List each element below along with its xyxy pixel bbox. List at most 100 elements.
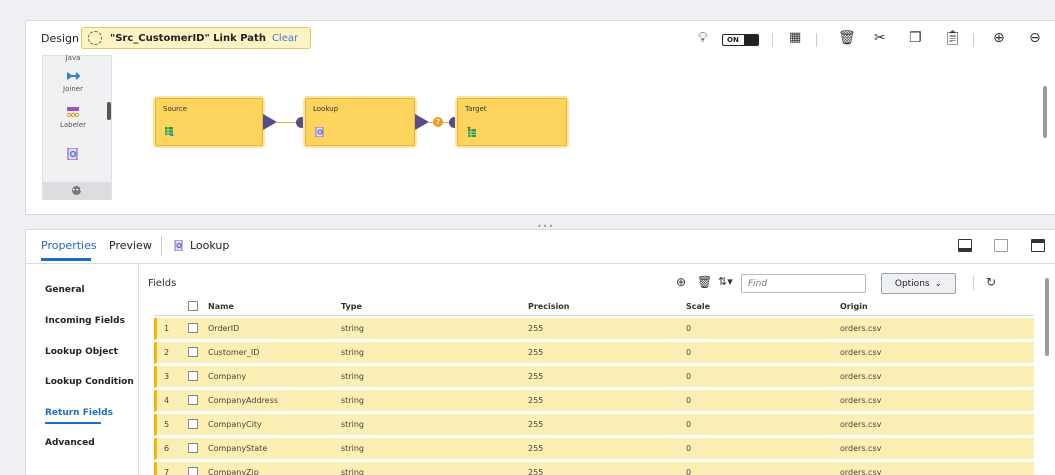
dock-bottom-icon[interactable] xyxy=(958,239,972,252)
table-row[interactable]: 3 Company string 255 0 orders.csv xyxy=(154,366,1034,388)
properties-panel: Properties Preview Lookup General Incomi… xyxy=(25,229,1055,475)
toolbar-divider xyxy=(973,33,974,47)
row-number: 6 xyxy=(164,444,170,453)
nav-general[interactable]: General xyxy=(45,285,85,295)
table-row[interactable]: 4 CompanyAddress string 255 0 orders.csv xyxy=(154,390,1034,412)
field-precision: 255 xyxy=(528,324,544,333)
field-type: string xyxy=(341,348,364,357)
row-number: 1 xyxy=(164,324,170,333)
delete-field-icon[interactable]: 🗑︎ xyxy=(697,276,712,288)
canvas-scrollbar[interactable] xyxy=(1043,86,1047,138)
row-number: 2 xyxy=(164,348,170,357)
table-row[interactable]: 2 Customer_ID string 255 0 orders.csv xyxy=(154,342,1034,364)
side-nav-divider xyxy=(138,264,139,475)
column-header-type[interactable]: Type xyxy=(341,302,362,311)
node-lookup[interactable]: Lookup xyxy=(305,98,415,146)
column-header-origin[interactable]: Origin xyxy=(840,302,868,311)
toolbar-divider xyxy=(816,33,817,47)
palette-scrollbar[interactable] xyxy=(107,102,111,120)
delete-icon[interactable]: 🗑︎ xyxy=(838,31,856,45)
field-type: string xyxy=(341,396,364,405)
palette-item-labeler[interactable]: Labeler xyxy=(43,106,103,129)
more-icon[interactable]: ••• xyxy=(72,186,83,195)
sort-icon[interactable]: ⇅▾ xyxy=(718,276,733,288)
row-checkbox[interactable] xyxy=(188,443,198,453)
row-checkbox[interactable] xyxy=(188,371,198,381)
nav-advanced[interactable]: Advanced xyxy=(45,438,95,448)
nav-return-fields[interactable]: Return Fields xyxy=(45,408,113,424)
paste-icon[interactable]: 📋︎ xyxy=(944,31,962,45)
options-label: Options xyxy=(894,278,930,289)
refresh-icon[interactable]: ↻ xyxy=(986,276,996,288)
field-scale: 0 xyxy=(686,444,692,453)
column-header-scale[interactable]: Scale xyxy=(686,302,710,311)
split-horizontal-icon[interactable] xyxy=(994,239,1008,252)
add-field-icon[interactable]: ⊕ xyxy=(676,276,686,288)
design-label: Design xyxy=(41,32,79,45)
lightbulb-icon[interactable]: 💡︎ xyxy=(698,31,708,45)
tab-preview[interactable]: Preview xyxy=(109,239,152,252)
palette-item-java[interactable]: Java xyxy=(43,54,103,62)
arrange-grid-icon[interactable]: ▦ xyxy=(789,31,801,45)
row-number: 4 xyxy=(164,396,170,405)
row-number: 7 xyxy=(164,468,170,475)
labeler-icon xyxy=(66,107,80,118)
node-title: Lookup xyxy=(313,105,339,113)
field-scale: 0 xyxy=(686,372,692,381)
field-type: string xyxy=(341,468,364,475)
table-row[interactable]: 5 CompanyCity string 255 0 orders.csv xyxy=(154,414,1034,436)
column-header-name[interactable]: Name xyxy=(208,302,234,311)
link-path-icon xyxy=(88,31,102,45)
selected-object-label: Lookup xyxy=(190,239,230,252)
palette-item-lookup[interactable] xyxy=(43,148,103,163)
row-checkbox[interactable] xyxy=(188,323,198,333)
row-checkbox[interactable] xyxy=(188,395,198,405)
options-button[interactable]: Options ⌄ xyxy=(881,273,956,294)
cut-icon[interactable]: ✂ xyxy=(874,31,886,45)
table-row[interactable]: 6 CompanyState string 255 0 orders.csv xyxy=(154,438,1034,460)
clear-link-path-link[interactable]: Clear xyxy=(272,33,298,44)
tab-properties[interactable]: Properties xyxy=(41,239,97,252)
field-type: string xyxy=(341,324,364,333)
row-number: 5 xyxy=(164,420,170,429)
zoom-in-icon[interactable]: ⊕ xyxy=(993,31,1005,45)
warning-icon[interactable]: ? xyxy=(433,117,443,127)
field-precision: 255 xyxy=(528,444,544,453)
source-output-port[interactable] xyxy=(263,114,277,130)
table-row[interactable]: 1 OrderID string 255 0 orders.csv xyxy=(154,318,1034,340)
find-input[interactable] xyxy=(741,274,866,293)
nav-incoming-fields[interactable]: Incoming Fields xyxy=(45,316,125,326)
field-origin: orders.csv xyxy=(840,468,882,475)
field-precision: 255 xyxy=(528,420,544,429)
toolbar-divider xyxy=(772,33,773,47)
toggle-label: ON xyxy=(727,36,739,44)
link-path-toggle[interactable]: ON xyxy=(722,34,759,46)
node-title: Source xyxy=(163,105,188,113)
source-icon xyxy=(165,127,174,136)
zoom-out-icon[interactable]: ⊖ xyxy=(1029,31,1041,45)
field-name: CompanyCity xyxy=(208,420,262,429)
active-tab-indicator xyxy=(41,258,91,261)
row-checkbox[interactable] xyxy=(188,347,198,357)
column-header-precision[interactable]: Precision xyxy=(528,302,569,311)
palette-item-joiner[interactable]: Joiner xyxy=(43,70,103,93)
field-scale: 0 xyxy=(686,348,692,357)
nav-lookup-object[interactable]: Lookup Object xyxy=(45,347,118,357)
select-all-checkbox[interactable] xyxy=(188,301,198,311)
node-source[interactable]: Source xyxy=(155,98,263,146)
properties-tabs: Properties Preview Lookup xyxy=(26,230,1055,264)
field-name: OrderID xyxy=(208,324,240,333)
fields-title: Fields xyxy=(148,278,177,289)
node-target[interactable]: Target xyxy=(457,98,567,146)
row-checkbox[interactable] xyxy=(188,467,198,475)
lookup-output-port[interactable] xyxy=(415,114,429,130)
dock-top-icon[interactable] xyxy=(1031,239,1045,252)
copy-icon[interactable]: ❐ xyxy=(909,31,922,45)
table-row[interactable]: 7 CompanyZip string 255 0 orders.csv xyxy=(154,462,1034,475)
field-origin: orders.csv xyxy=(840,324,882,333)
nav-lookup-condition[interactable]: Lookup Condition xyxy=(45,377,134,387)
properties-scrollbar[interactable] xyxy=(1045,278,1049,356)
row-number: 3 xyxy=(164,372,170,381)
lookup-icon xyxy=(174,240,183,251)
row-checkbox[interactable] xyxy=(188,419,198,429)
